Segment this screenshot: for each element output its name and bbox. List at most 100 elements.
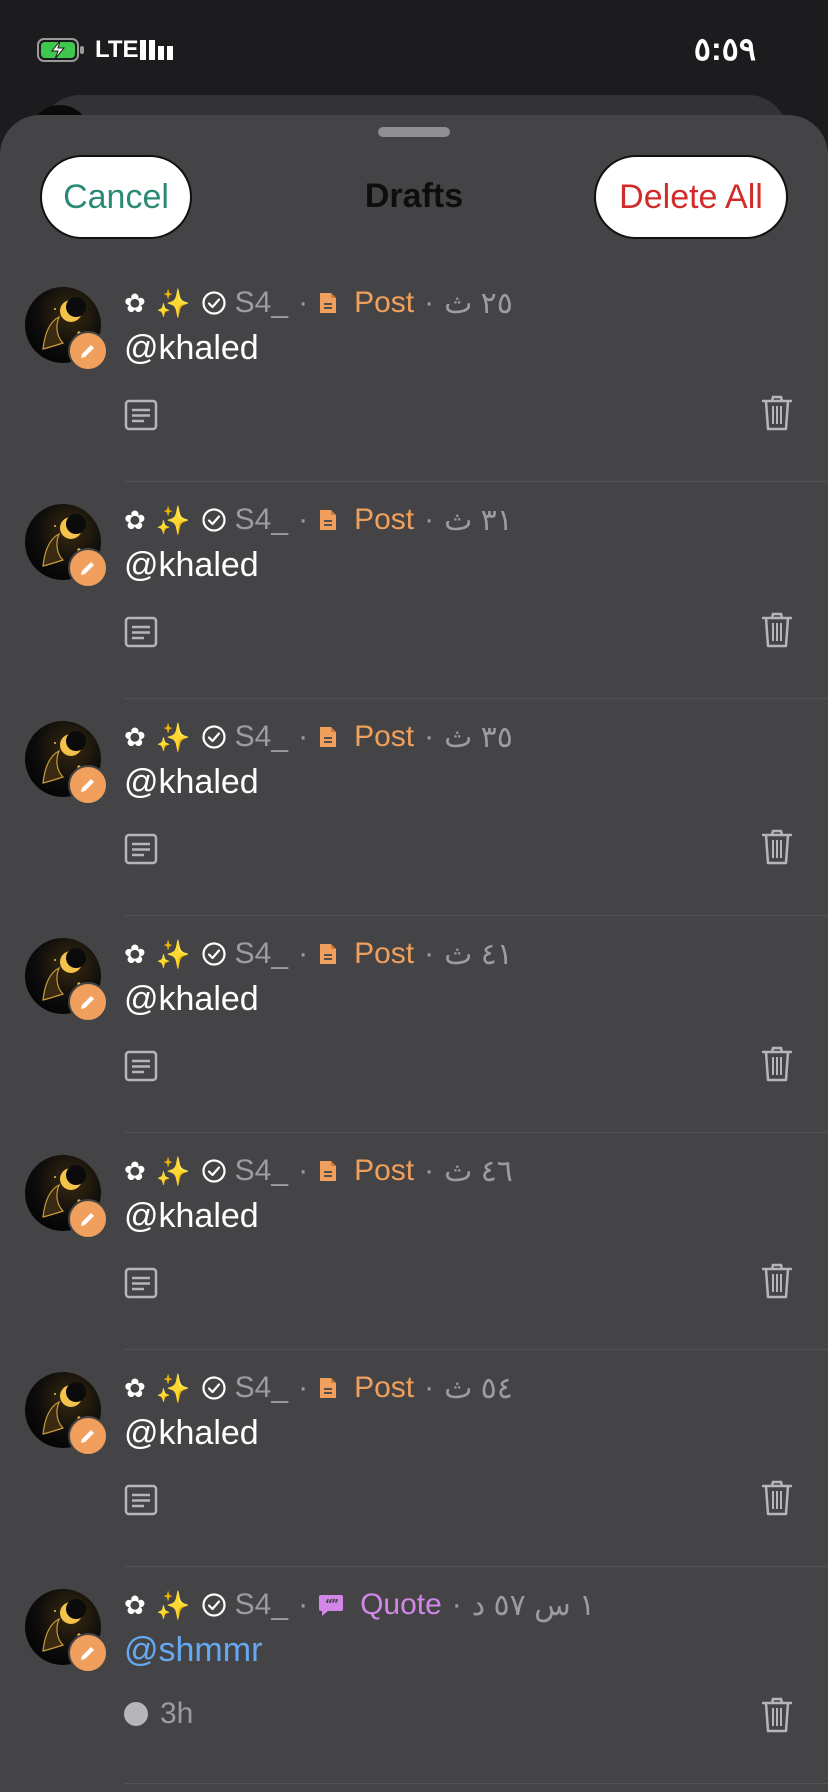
- username[interactable]: S4_: [235, 1588, 288, 1622]
- draft-type: “” Quote: [318, 1588, 442, 1622]
- username[interactable]: S4_: [235, 286, 288, 320]
- separator-dot: ·: [424, 1371, 435, 1404]
- draft-time: ٥٤ ث: [444, 1371, 513, 1405]
- draft-row[interactable]: ✿ ✨ S4_ · “” Quote · ١ س ٥٧ د @shmmr 3h: [0, 1567, 828, 1784]
- draft-mention[interactable]: @khaled: [124, 1414, 259, 1453]
- separator-dot: ·: [298, 720, 309, 753]
- flower-icon: ✿: [124, 1372, 146, 1403]
- edit-pencil-icon: [68, 331, 108, 371]
- username[interactable]: S4_: [235, 1371, 288, 1405]
- draft-mention[interactable]: @khaled: [124, 329, 259, 368]
- drafts-list: ✿ ✨ S4_ · Post · ٢٥ ث @khaled ✿ ✨ S4_ · …: [0, 265, 828, 1784]
- draft-mention[interactable]: @shmmr: [124, 1631, 262, 1670]
- sparkles-icon: ✨: [155, 287, 191, 319]
- flower-icon: ✿: [124, 1589, 146, 1620]
- document-icon: [318, 725, 346, 749]
- row-divider: [124, 1783, 828, 1784]
- svg-text:”: ”: [331, 1597, 339, 1611]
- draft-type-label: Post: [354, 503, 415, 536]
- draft-type-label: Post: [354, 720, 415, 753]
- trash-icon[interactable]: [762, 1263, 792, 1299]
- pending-status-label: 3h: [160, 1697, 194, 1730]
- draft-time: ٤١ ث: [444, 937, 513, 971]
- draft-type: Post: [318, 1154, 414, 1188]
- sheet-grabber[interactable]: [378, 127, 450, 137]
- delete-all-button[interactable]: Delete All: [594, 155, 788, 239]
- separator-dot: ·: [451, 1588, 462, 1621]
- verified-check-icon: [202, 1376, 226, 1400]
- separator-dot: ·: [298, 1371, 309, 1404]
- draft-mention[interactable]: @khaled: [124, 1197, 259, 1236]
- draft-row[interactable]: ✿ ✨ S4_ · Post · ٢٥ ث @khaled: [0, 265, 828, 482]
- sparkles-icon: ✨: [155, 504, 191, 536]
- sparkles-icon: ✨: [155, 1372, 191, 1404]
- text-document-icon: [124, 1484, 158, 1516]
- draft-time: ٢٥ ث: [444, 286, 513, 320]
- trash-icon[interactable]: [762, 395, 792, 431]
- separator-dot: ·: [298, 1588, 309, 1621]
- draft-time: ٣١ ث: [444, 503, 513, 537]
- verified-check-icon: [202, 508, 226, 532]
- flower-icon: ✿: [124, 938, 146, 969]
- draft-type: Post: [318, 286, 414, 320]
- text-document-icon: [124, 833, 158, 865]
- edit-pencil-icon: [68, 1633, 108, 1673]
- draft-mention[interactable]: @khaled: [124, 546, 259, 585]
- draft-type-label: Post: [354, 1371, 415, 1404]
- draft-row[interactable]: ✿ ✨ S4_ · Post · ٥٤ ث @khaled: [0, 1350, 828, 1567]
- signal-strength-icon: [140, 40, 173, 60]
- username[interactable]: S4_: [235, 503, 288, 537]
- verified-check-icon: [202, 725, 226, 749]
- network-type-label: LTE: [95, 36, 139, 63]
- document-icon: [320, 293, 337, 313]
- username[interactable]: S4_: [235, 720, 288, 754]
- document-icon: [320, 510, 337, 530]
- trash-icon[interactable]: [762, 1046, 792, 1082]
- quote-bubble-icon: “”: [318, 1593, 352, 1617]
- draft-meta: ✿ ✨ S4_ · Post · ٥٤ ث: [124, 1368, 513, 1408]
- draft-meta: ✿ ✨ S4_ · Post · ٤١ ث: [124, 934, 513, 974]
- document-icon: [318, 942, 346, 966]
- separator-dot: ·: [424, 286, 435, 319]
- flower-icon: ✿: [124, 1155, 146, 1186]
- document-icon: [318, 1159, 346, 1183]
- draft-type-label: Post: [354, 937, 415, 970]
- username[interactable]: S4_: [235, 937, 288, 971]
- separator-dot: ·: [424, 1154, 435, 1187]
- drafts-sheet: Cancel Drafts Delete All ✿ ✨ S4_ · Post …: [0, 115, 828, 1792]
- draft-row[interactable]: ✿ ✨ S4_ · Post · ٤٦ ث @khaled: [0, 1133, 828, 1350]
- verified-check-icon: [202, 291, 226, 315]
- separator-dot: ·: [424, 937, 435, 970]
- verified-check-icon: [202, 1159, 226, 1183]
- status-time: ٥:٥٩: [693, 31, 756, 67]
- trash-icon[interactable]: [762, 829, 792, 865]
- draft-type: Post: [318, 1371, 414, 1405]
- flower-icon: ✿: [124, 504, 146, 535]
- draft-meta: ✿ ✨ S4_ · Post · ٤٦ ث: [124, 1151, 513, 1191]
- edit-pencil-icon: [68, 1199, 108, 1239]
- draft-row[interactable]: ✿ ✨ S4_ · Post · ٣١ ث @khaled: [0, 482, 828, 699]
- trash-icon[interactable]: [762, 612, 792, 648]
- draft-mention[interactable]: @khaled: [124, 763, 259, 802]
- edit-pencil-icon: [68, 548, 108, 588]
- draft-mention[interactable]: @khaled: [124, 980, 259, 1019]
- draft-meta: ✿ ✨ S4_ · Post · ٣١ ث: [124, 500, 513, 540]
- battery-charging-icon: [37, 38, 84, 62]
- document-icon: [320, 1161, 337, 1181]
- flower-icon: ✿: [124, 287, 146, 318]
- draft-meta: ✿ ✨ S4_ · Post · ٢٥ ث: [124, 283, 513, 323]
- draft-time: ٤٦ ث: [444, 1154, 513, 1188]
- draft-row[interactable]: ✿ ✨ S4_ · Post · ٣٥ ث @khaled: [0, 699, 828, 916]
- pending-circle-icon: [124, 1702, 148, 1726]
- sparkles-icon: ✨: [155, 1155, 191, 1187]
- draft-meta: ✿ ✨ S4_ · Post · ٣٥ ث: [124, 717, 513, 757]
- draft-type-label: Post: [354, 286, 415, 319]
- trash-icon[interactable]: [762, 1480, 792, 1516]
- trash-icon[interactable]: [762, 1697, 792, 1733]
- text-document-icon: [124, 616, 158, 648]
- edit-pencil-icon: [68, 1416, 108, 1456]
- username[interactable]: S4_: [235, 1154, 288, 1188]
- document-icon: [320, 1378, 337, 1398]
- draft-row[interactable]: ✿ ✨ S4_ · Post · ٤١ ث @khaled: [0, 916, 828, 1133]
- text-document-icon: [124, 399, 158, 431]
